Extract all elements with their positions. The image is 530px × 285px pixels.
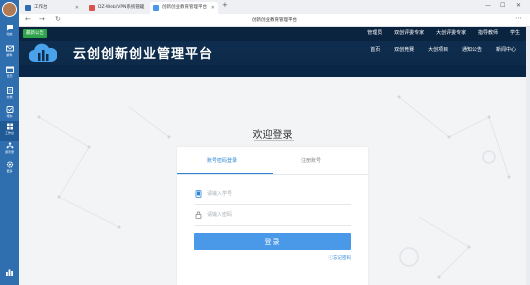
dock-item-calendar[interactable]: 日历: [0, 64, 19, 84]
browser-tab[interactable]: DZ-Web/VPN系统管理 ✕: [86, 2, 146, 14]
gear-icon: [6, 161, 13, 168]
dock-item-document[interactable]: 文档: [0, 85, 19, 105]
nav-home[interactable]: 首页: [370, 46, 380, 53]
role-link-admin[interactable]: 管理员: [367, 29, 382, 38]
password-input[interactable]: [207, 210, 347, 220]
user-avatar[interactable]: [2, 2, 17, 17]
header-bottom-band: [19, 65, 526, 77]
browser-tab-active[interactable]: 创新创业教育管理平台 ✕: [150, 2, 218, 14]
new-tab-icon[interactable]: +: [222, 1, 228, 9]
dock-item-label: 文档: [6, 95, 13, 99]
platform-tab-icon: [153, 5, 159, 11]
welcome-heading: 欢迎登录: [252, 130, 293, 141]
nav-notices[interactable]: 通知公告: [462, 46, 482, 53]
chat-bubble-icon: [6, 25, 13, 31]
bar-chart-icon[interactable]: [5, 268, 14, 277]
window-close-icon[interactable]: ✕: [516, 2, 521, 9]
notice-badge[interactable]: 最新公告: [23, 29, 47, 38]
app-dock: 动态 邮件 日历 文档 待办 工作台 通讯录 更多: [0, 0, 19, 285]
lock-icon: [195, 211, 202, 219]
dock-item-label: 动态: [6, 32, 13, 36]
welcome-underline: [254, 140, 294, 141]
login-button[interactable]: 登录: [194, 233, 351, 250]
browser-tab-bar: 工作台 ✕ DZ-Web/VPN系统管理 ✕ 创新创业教育管理平台 ✕ + — …: [19, 0, 530, 14]
mail-icon: [5, 45, 14, 52]
role-link-student[interactable]: 学生: [510, 29, 520, 38]
login-card: 账号密码登录 注册账号 登录 ⓘ忘记密码: [177, 147, 368, 285]
tab-register[interactable]: 注册账号: [301, 157, 321, 164]
task-icon: [6, 106, 13, 113]
minimize-icon[interactable]: —: [485, 2, 491, 9]
close-icon[interactable]: ✕: [139, 2, 143, 14]
dock-item-chat[interactable]: 动态: [0, 22, 19, 42]
calendar-icon: [5, 66, 14, 73]
username-input[interactable]: [207, 189, 347, 199]
nav-news[interactable]: 新闻中心: [496, 46, 516, 53]
role-link-project-judge[interactable]: 大创评委专家: [436, 29, 466, 38]
login-page: 欢迎登录 账号密码登录 注册账号 登录 ⓘ忘记密码: [19, 77, 526, 285]
tab-account-login[interactable]: 账号密码登录: [207, 157, 237, 164]
tab-active-indicator: [177, 173, 273, 174]
phone-icon: [195, 190, 202, 198]
maximize-icon[interactable]: ☐: [500, 2, 505, 9]
main-nav: 首页 双创竞赛 大创项目 通知公告 新闻中心: [358, 46, 516, 53]
dock-item-label: 通讯录: [4, 150, 14, 154]
contacts-icon: [6, 142, 13, 149]
dock-item-label: 更多: [6, 169, 13, 173]
password-field: [195, 207, 351, 226]
more-menu-icon[interactable]: ⋯: [515, 14, 522, 22]
close-icon[interactable]: ✕: [75, 2, 79, 14]
site-header: 最新公告 管理员 双创评委专家 大创评委专家 指导教师 学生 云创创新创业管理平…: [19, 27, 526, 77]
vpn-tab-icon: [89, 5, 95, 11]
dock-item-more[interactable]: 更多: [0, 159, 19, 179]
dock-item-mail[interactable]: 邮件: [0, 43, 19, 63]
dock-item-label: 日历: [6, 74, 13, 78]
grid-icon: [6, 123, 13, 130]
site-title: 云创创新创业管理平台: [73, 47, 214, 62]
username-field: [195, 186, 351, 205]
nav-competition[interactable]: 双创竞赛: [394, 46, 414, 53]
tab-title: DZ-Web/VPN系统管理: [98, 5, 145, 10]
address-text[interactable]: 创新创业教育管理平台: [19, 17, 530, 23]
dock-item-contacts[interactable]: 通讯录: [0, 140, 19, 160]
role-link-competition-judge[interactable]: 双创评委专家: [394, 29, 424, 38]
forgot-password-link[interactable]: ⓘ忘记密码: [329, 255, 352, 261]
dock-item-label: 工作台: [4, 131, 14, 135]
role-links: 管理员 双创评委专家 大创评委专家 指导教师 学生: [357, 29, 520, 38]
role-link-mentor[interactable]: 指导教师: [478, 29, 498, 38]
forgot-password-label: 忘记密码: [333, 256, 351, 261]
tab-divider: [177, 174, 368, 175]
browser-address-bar: ← → ↻ 创新创业教育管理平台 ⋯: [19, 14, 530, 27]
dock-item-workbench[interactable]: 工作台: [0, 121, 19, 141]
cloud-logo-icon: [29, 43, 57, 63]
document-icon: [6, 87, 13, 94]
nav-projects[interactable]: 大创项目: [428, 46, 448, 53]
workbench-tab-icon: [25, 5, 31, 11]
dock-item-label: 待办: [6, 114, 13, 118]
dock-item-label: 邮件: [6, 53, 13, 57]
browser-tab[interactable]: 工作台 ✕: [22, 2, 82, 14]
tab-title: 创新创业教育管理平台: [162, 5, 207, 10]
tab-title: 工作台: [34, 5, 48, 10]
close-icon[interactable]: ✕: [211, 2, 215, 14]
